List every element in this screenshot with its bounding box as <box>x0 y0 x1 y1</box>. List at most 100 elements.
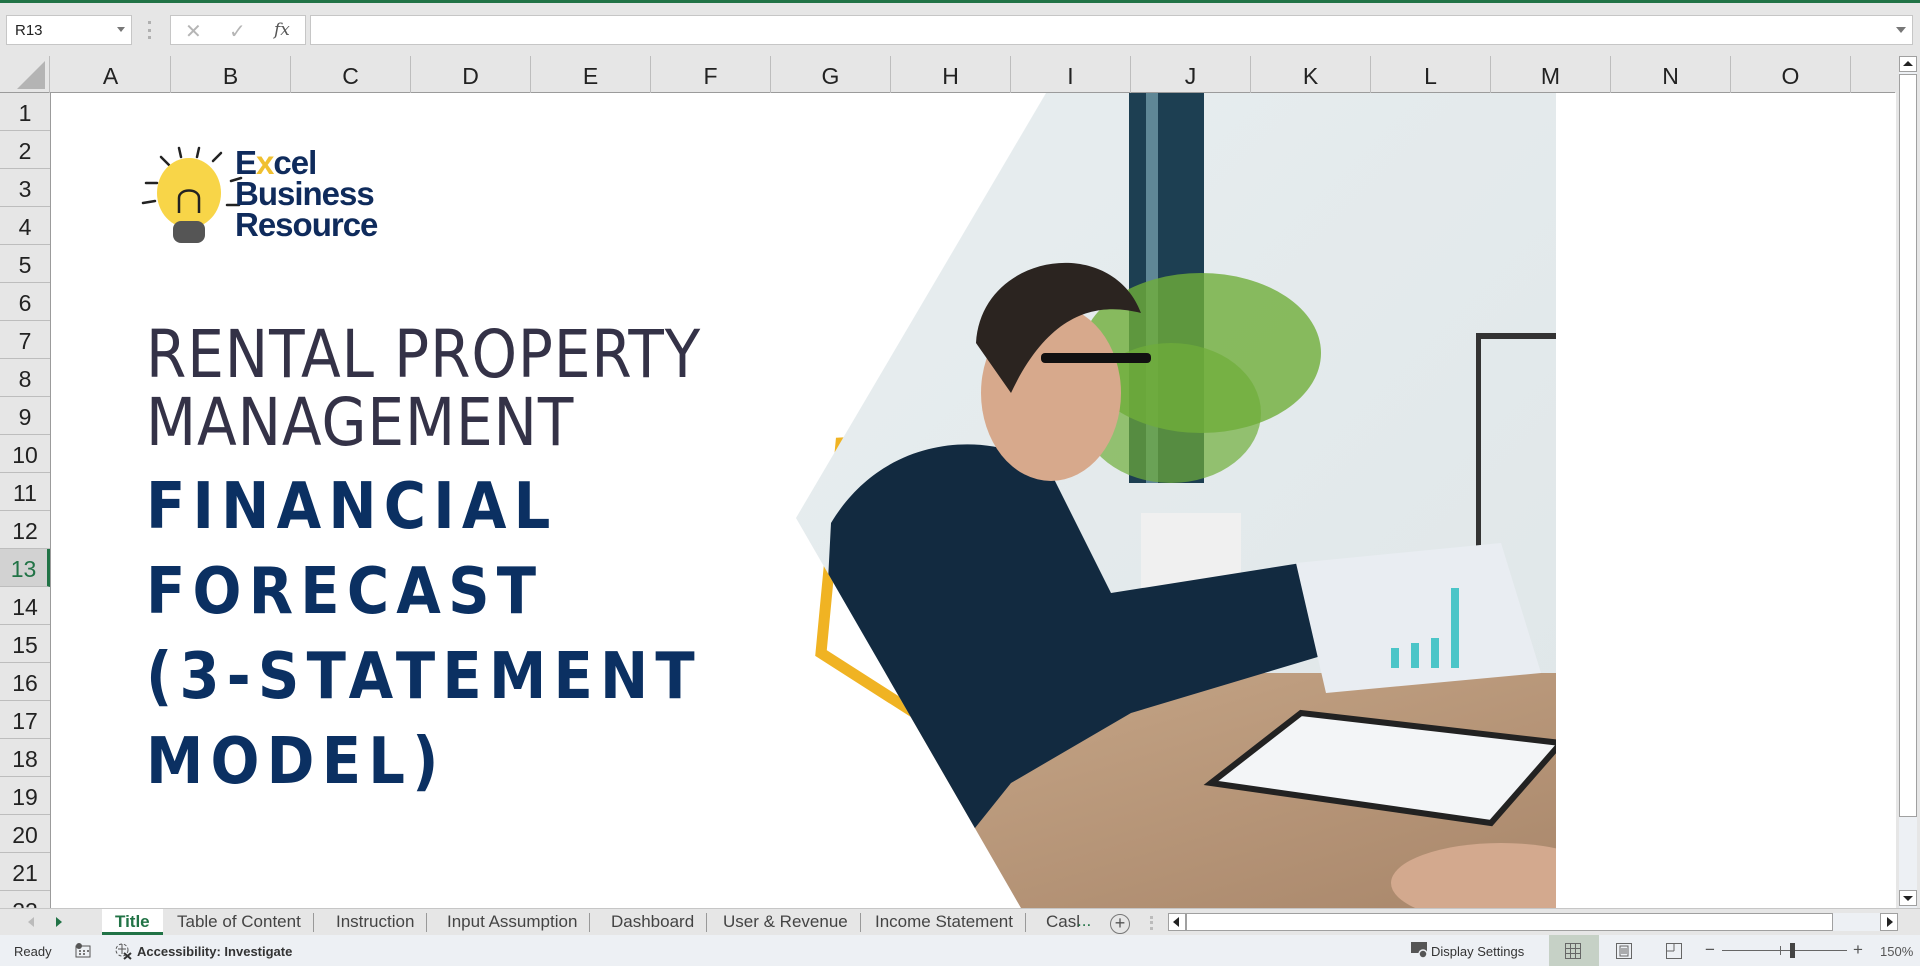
row-header-19[interactable]: 19 <box>0 777 50 815</box>
row-header-18[interactable]: 18 <box>0 739 50 777</box>
row-header-20[interactable]: 20 <box>0 815 50 853</box>
sheet-tab-dashboard[interactable]: Dashboard <box>598 909 708 935</box>
column-header-d[interactable]: D <box>411 56 531 93</box>
formula-input[interactable] <box>310 15 1913 45</box>
status-mode: Ready <box>14 944 52 959</box>
title-line-1: RENTAL PROPERTY <box>146 316 702 393</box>
cancel-icon[interactable]: ✕ <box>185 19 202 44</box>
column-header-i[interactable]: I <box>1011 56 1131 93</box>
column-header-b[interactable]: B <box>171 56 291 93</box>
sheet-tab-input-assumption[interactable]: Input Assumption <box>434 909 591 935</box>
column-header-e[interactable]: E <box>531 56 651 93</box>
row-header-1[interactable]: 1 <box>0 93 50 131</box>
row-header-22[interactable]: 22 <box>0 891 50 908</box>
report-paper <box>1296 543 1541 693</box>
row-header-5[interactable]: 5 <box>0 245 50 283</box>
row-header-16[interactable]: 16 <box>0 663 50 701</box>
scroll-left-button[interactable] <box>1168 913 1186 931</box>
column-header-f[interactable]: F <box>651 56 771 93</box>
subtitle-line-3: (3-STATEMENT <box>146 640 702 714</box>
status-bar: Ready Accessibility: Investigate Display… <box>0 935 1920 966</box>
subtitle-line-1: FINANCIAL <box>146 470 558 544</box>
scroll-down-button[interactable] <box>1899 890 1917 906</box>
page-break-icon <box>1666 943 1682 959</box>
logo-wordmark: Excel Business Resource <box>235 146 378 243</box>
page-break-view-button[interactable] <box>1649 935 1699 966</box>
sheet-tab-user-revenue[interactable]: User & Revenue <box>710 909 861 935</box>
row-header-14[interactable]: 14 <box>0 587 50 625</box>
display-settings-button[interactable]: Display Settings <box>1431 944 1524 959</box>
column-header-k[interactable]: K <box>1251 56 1371 93</box>
horizontal-scrollbar[interactable] <box>1168 913 1898 931</box>
column-header-g[interactable]: G <box>771 56 891 93</box>
zoom-slider-midpoint <box>1780 946 1781 955</box>
sheet-tab-title[interactable]: Title <box>102 909 163 935</box>
page-layout-view-button[interactable] <box>1599 935 1649 966</box>
worksheet-grid[interactable]: Excel Business Resource RENTAL PROPERTY … <box>51 93 1896 908</box>
column-header-m[interactable]: M <box>1491 56 1611 93</box>
row-header-3[interactable]: 3 <box>0 169 50 207</box>
column-headers: ABCDEFGHIJKLMNO <box>0 56 1895 93</box>
tab-splitter[interactable] <box>1150 916 1153 930</box>
column-header-a[interactable]: A <box>51 56 171 93</box>
column-header-c[interactable]: C <box>291 56 411 93</box>
title-line-2: MANAGEMENT <box>146 384 575 461</box>
row-header-7[interactable]: 7 <box>0 321 50 359</box>
sheet-tab-table-of-content[interactable]: Table of Content <box>164 909 314 935</box>
zoom-out-button[interactable]: − <box>1705 940 1715 960</box>
row-header-17[interactable]: 17 <box>0 701 50 739</box>
sheet-tab-instruction[interactable]: Instruction <box>323 909 428 935</box>
zoom-slider-thumb[interactable] <box>1790 943 1795 958</box>
scroll-right-button[interactable] <box>1880 913 1898 931</box>
triangle-right-icon <box>1887 917 1893 927</box>
row-header-21[interactable]: 21 <box>0 853 50 891</box>
zoom-in-button[interactable]: + <box>1853 940 1863 960</box>
column-header-n[interactable]: N <box>1611 56 1731 93</box>
vertical-scrollbar[interactable] <box>1896 56 1920 908</box>
expand-formula-bar-icon[interactable] <box>1896 27 1906 33</box>
zoom-slider[interactable] <box>1722 950 1847 951</box>
lightbulb-icon <box>157 158 221 228</box>
more-tabs-ellipsis[interactable]: ... <box>1077 911 1091 931</box>
enter-icon[interactable]: ✓ <box>229 19 246 44</box>
triangle-left-icon <box>1173 917 1179 927</box>
accessibility-icon[interactable] <box>113 942 133 960</box>
insert-function-icon[interactable]: fx <box>274 20 290 40</box>
row-header-6[interactable]: 6 <box>0 283 50 321</box>
add-sheet-button[interactable]: + <box>1110 914 1130 934</box>
zoom-level[interactable]: 150% <box>1880 944 1913 959</box>
normal-view-button[interactable] <box>1549 935 1599 966</box>
row-header-11[interactable]: 11 <box>0 473 50 511</box>
scroll-thumb[interactable] <box>1899 74 1917 817</box>
column-header-l[interactable]: L <box>1371 56 1491 93</box>
row-header-13[interactable]: 13 <box>0 549 50 587</box>
column-header-o[interactable]: O <box>1731 56 1851 93</box>
row-header-12[interactable]: 12 <box>0 511 50 549</box>
macro-record-icon[interactable] <box>75 943 91 958</box>
row-header-9[interactable]: 9 <box>0 397 50 435</box>
page-title: RENTAL PROPERTY MANAGEMENT <box>146 321 701 457</box>
row-header-2[interactable]: 2 <box>0 131 50 169</box>
logo-line-resource: Resource <box>235 206 378 243</box>
prev-sheet-icon[interactable] <box>28 917 34 927</box>
select-all-button[interactable] <box>0 56 50 93</box>
accessibility-status[interactable]: Accessibility: Investigate <box>137 944 292 959</box>
name-box[interactable]: R13 <box>6 15 132 45</box>
row-header-8[interactable]: 8 <box>0 359 50 397</box>
row-header-15[interactable]: 15 <box>0 625 50 663</box>
sheet-tab-income-statement[interactable]: Income Statement <box>862 909 1026 935</box>
page-subtitle: FINANCIAL FORECAST (3-STATEMENT MODEL) <box>146 465 702 805</box>
subtitle-line-4: MODEL) <box>146 725 446 799</box>
row-header-4[interactable]: 4 <box>0 207 50 245</box>
scroll-up-button[interactable] <box>1899 56 1917 72</box>
column-header-h[interactable]: H <box>891 56 1011 93</box>
formula-buttons: ✕ ✓ fx <box>170 15 306 45</box>
row-headers: 12345678910111213141516171819202122 <box>0 93 51 908</box>
formula-bar-grip[interactable] <box>148 21 151 39</box>
horizontal-scroll-thumb[interactable] <box>1186 913 1833 931</box>
column-header-j[interactable]: J <box>1131 56 1251 93</box>
next-sheet-icon[interactable] <box>56 917 62 927</box>
chevron-down-icon[interactable] <box>117 27 125 32</box>
row-header-10[interactable]: 10 <box>0 435 50 473</box>
display-settings-icon[interactable] <box>1410 941 1430 959</box>
